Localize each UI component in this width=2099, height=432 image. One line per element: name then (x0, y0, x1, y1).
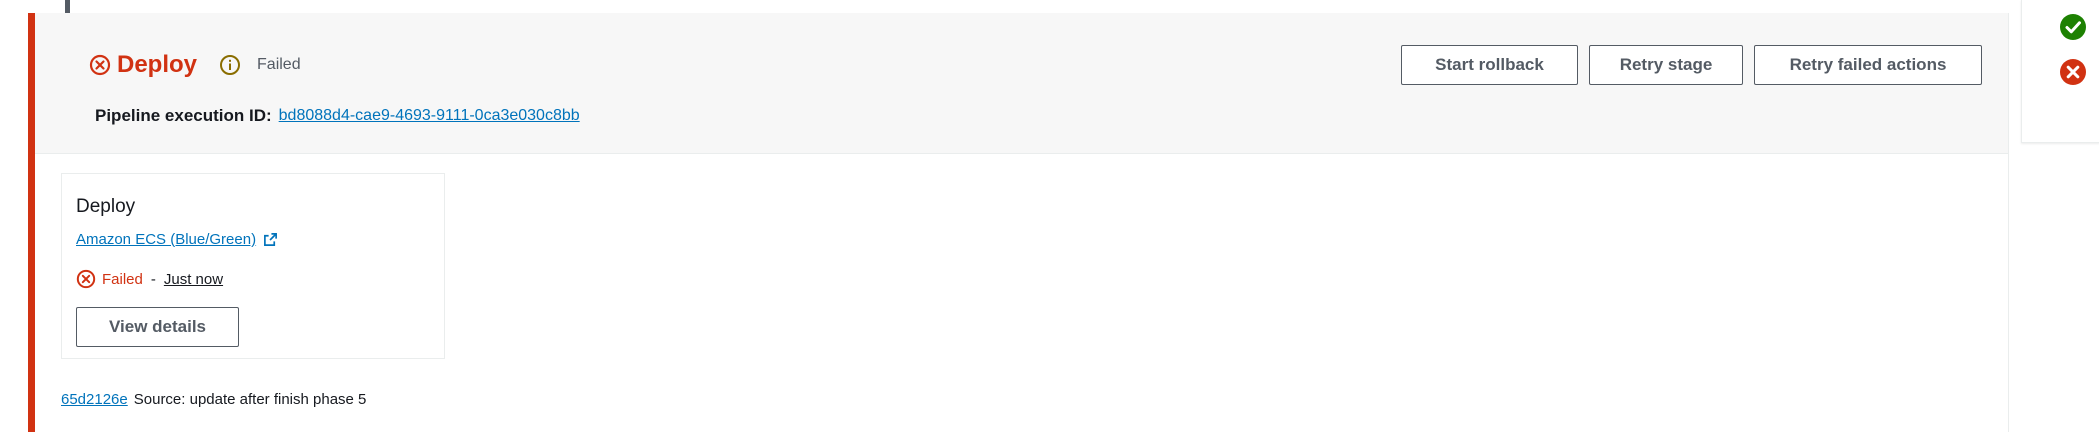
failed-x-icon[interactable] (2058, 57, 2088, 87)
action-name: Deploy (76, 196, 136, 217)
stage-actions: Start rollback Retry stage Retry failed … (1401, 45, 1982, 85)
execution-id-link[interactable]: bd8088d4-cae9-4693-9111-0ca3e030c8bb (279, 107, 580, 125)
stage-status-text: Failed (257, 56, 301, 73)
source-revision-row: 65d2126e Source: update after finish pha… (61, 391, 366, 408)
action-card: Deploy Amazon ECS (Blue/Green) Failed - … (61, 173, 445, 359)
stage-header: Deploy Failed Pipeline execution ID: bd8… (35, 13, 2008, 154)
action-time-link[interactable]: Just now (164, 271, 223, 288)
action-status-row: Failed - Just now (76, 269, 223, 289)
pipeline-stage-view: Deploy Failed Pipeline execution ID: bd8… (0, 0, 2099, 432)
stage-title: Deploy (117, 51, 198, 78)
retry-stage-button[interactable]: Retry stage (1589, 45, 1743, 85)
failed-x-icon (89, 54, 111, 76)
status-legend-panel (2021, 0, 2099, 143)
stage-status-bar (28, 13, 35, 432)
view-details-button[interactable]: View details (76, 307, 239, 347)
execution-id-label: Pipeline execution ID: (95, 106, 272, 125)
revision-summary: Source: update after finish phase 5 (133, 391, 367, 408)
stage-title-row: Deploy Failed (89, 49, 301, 81)
info-icon[interactable] (219, 54, 241, 76)
external-link-icon[interactable] (263, 232, 278, 247)
status-separator: - (150, 270, 156, 288)
stage-panel: Deploy Failed Pipeline execution ID: bd8… (28, 13, 2009, 432)
start-rollback-button[interactable]: Start rollback (1401, 45, 1578, 85)
success-check-icon[interactable] (2058, 12, 2088, 42)
revision-id-link[interactable]: 65d2126e (61, 391, 128, 408)
action-status-text: Failed (102, 270, 143, 288)
stage-connector-line (65, 0, 70, 13)
retry-failed-actions-button[interactable]: Retry failed actions (1754, 45, 1982, 85)
execution-id-row: Pipeline execution ID: bd8088d4-cae9-469… (95, 106, 580, 126)
action-provider-link[interactable]: Amazon ECS (Blue/Green) (76, 231, 256, 248)
failed-x-icon (76, 269, 96, 289)
action-provider-row: Amazon ECS (Blue/Green) (76, 231, 278, 248)
